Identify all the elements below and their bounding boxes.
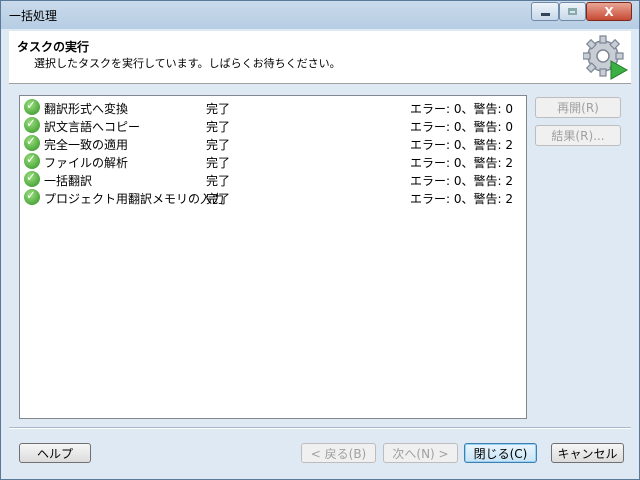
task-row[interactable]: 一括翻訳 完了 エラー: 0、警告: 2: [24, 170, 524, 188]
next-button[interactable]: 次へ(N) >: [383, 443, 458, 463]
maximize-icon: [568, 8, 577, 15]
check-icon: [24, 134, 40, 151]
footer-separator: [9, 427, 631, 429]
task-row[interactable]: ファイルの解析 完了 エラー: 0、警告: 2: [24, 152, 524, 170]
task-status: 完了: [206, 102, 231, 116]
task-result: エラー: 0、警告: 2: [410, 174, 513, 188]
task-name: 一括翻訳: [44, 174, 93, 188]
check-icon: [24, 98, 40, 115]
task-result: エラー: 0、警告: 0: [410, 102, 513, 116]
header-panel: タスクの実行 選択したタスクを実行しています。しばらくお待ちください。: [9, 31, 631, 84]
close-window-button[interactable]: X: [586, 2, 632, 21]
check-icon: [24, 152, 40, 169]
back-button[interactable]: < 戻る(B): [301, 443, 376, 463]
cancel-button[interactable]: キャンセル: [551, 443, 624, 463]
page-title: タスクの実行: [17, 40, 90, 54]
task-status: 完了: [206, 138, 231, 152]
task-row[interactable]: 完全一致の適用 完了 エラー: 0、警告: 2: [24, 134, 524, 152]
task-name: プロジェクト用翻訳メモリの入力: [44, 192, 225, 206]
help-button[interactable]: ヘルプ: [19, 443, 91, 463]
task-list[interactable]: 翻訳形式へ変換 完了 エラー: 0、警告: 0 訳文言語へコピー 完了 エラー:…: [19, 95, 527, 419]
task-name: 翻訳形式へ変換: [44, 102, 129, 116]
task-name: 訳文言語へコピー: [44, 120, 141, 134]
task-status: 完了: [206, 156, 231, 170]
task-name: 完全一致の適用: [44, 138, 129, 152]
task-result: エラー: 0、警告: 2: [410, 156, 513, 170]
task-result: エラー: 0、警告: 2: [410, 138, 513, 152]
task-row[interactable]: 訳文言語へコピー 完了 エラー: 0、警告: 0: [24, 116, 524, 134]
page-subtitle: 選択したタスクを実行しています。しばらくお待ちください。: [34, 57, 341, 70]
close-button[interactable]: 閉じる(C): [464, 443, 537, 463]
task-status: 完了: [206, 174, 231, 188]
play-icon: [610, 60, 629, 80]
task-row[interactable]: 翻訳形式へ変換 完了 エラー: 0、警告: 0: [24, 98, 524, 116]
task-result: エラー: 0、警告: 0: [410, 120, 513, 134]
task-name: ファイルの解析: [44, 156, 129, 170]
minimize-icon: [540, 13, 550, 16]
check-icon: [24, 116, 40, 133]
gear-icon: [583, 35, 629, 80]
maximize-button[interactable]: [559, 2, 586, 21]
batch-processing-window: 一括処理 X タスクの実行 選択したタスクを実行しています。しばらくお待ちくださ…: [0, 0, 640, 480]
close-icon: X: [604, 4, 614, 19]
minimize-button[interactable]: [531, 2, 559, 21]
task-status: 完了: [206, 192, 231, 206]
task-row[interactable]: プロジェクト用翻訳メモリの入力 完了 エラー: 0、警告: 2: [24, 188, 524, 206]
title-bar: 一括処理 X: [1, 1, 639, 29]
task-result: エラー: 0、警告: 2: [410, 192, 513, 206]
task-status: 完了: [206, 120, 231, 134]
check-icon: [24, 188, 40, 205]
check-icon: [24, 170, 40, 187]
window-title: 一括処理: [9, 9, 58, 23]
results-button[interactable]: 結果(R)...: [535, 125, 621, 146]
resume-button[interactable]: 再開(R): [535, 97, 621, 118]
